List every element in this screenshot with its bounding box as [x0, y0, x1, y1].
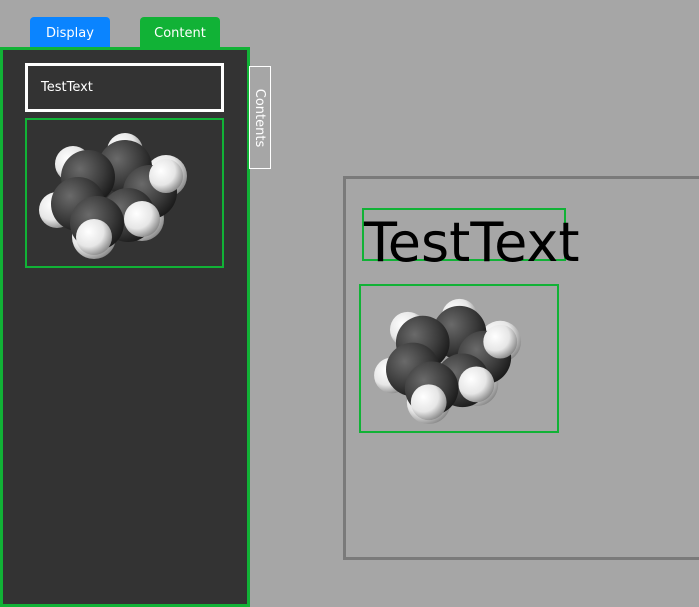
canvas-image-item[interactable]: [359, 284, 559, 433]
tab-display[interactable]: Display: [30, 17, 110, 49]
contents-side-tab[interactable]: Contents: [249, 66, 271, 169]
content-panel: TestText: [0, 47, 250, 607]
content-image-item[interactable]: [25, 118, 224, 268]
canvas-text[interactable]: TestText: [364, 213, 580, 273]
preview-canvas: TestText: [343, 176, 699, 560]
content-text-item-label: TestText: [41, 80, 93, 95]
tab-content[interactable]: Content: [140, 17, 220, 49]
content-text-item[interactable]: TestText: [25, 63, 224, 112]
tab-display-label: Display: [46, 25, 94, 41]
contents-side-tab-label: Contents: [252, 88, 267, 147]
canvas-molecule-image: [374, 298, 522, 425]
tab-content-label: Content: [154, 25, 206, 41]
molecule-image: [39, 133, 187, 259]
